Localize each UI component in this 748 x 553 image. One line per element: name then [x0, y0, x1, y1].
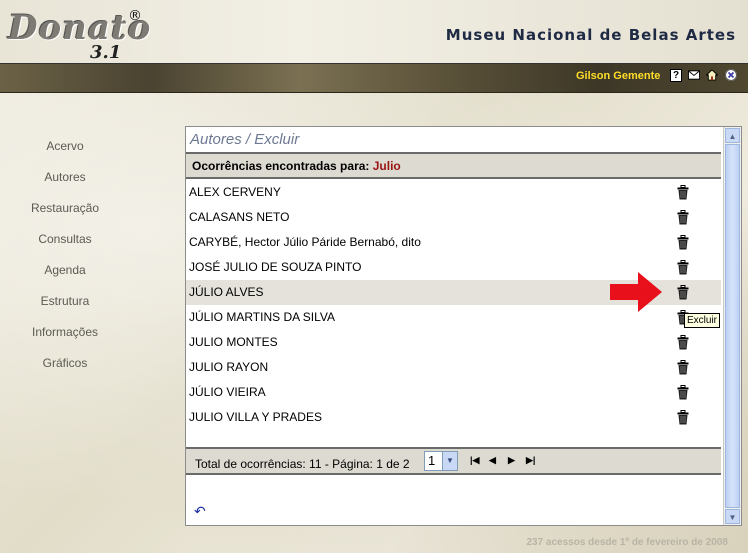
author-name: ALEX CERVENY [189, 185, 281, 199]
back-icon[interactable]: ↶ [194, 503, 206, 520]
trash-icon[interactable] [677, 360, 689, 375]
page-select-value: 1 [428, 453, 436, 468]
scroll-thumb[interactable] [725, 144, 740, 508]
home-icon[interactable] [706, 69, 718, 81]
help-icon[interactable]: ? [670, 69, 682, 82]
total-count: Total de ocorrências: 11 - Página: 1 de … [195, 457, 410, 471]
divider [186, 473, 721, 475]
trash-icon[interactable] [677, 235, 689, 250]
exit-icon[interactable] [725, 69, 737, 81]
trash-icon[interactable] [677, 410, 689, 425]
registered-mark: ® [128, 8, 142, 24]
red-arrow-annotation [610, 272, 662, 312]
vertical-scrollbar[interactable]: ▲ ▼ [723, 127, 741, 525]
access-counter: 237 acessos desde 1º de fevereiro de 200… [526, 537, 728, 548]
app-logo[interactable]: Donato 3.1 ® [8, 4, 150, 63]
list-item[interactable]: ALEX CERVENY [186, 180, 721, 205]
list-item[interactable]: JULIO RAYON [186, 355, 721, 380]
trash-icon[interactable] [677, 285, 689, 300]
logo-version: 3.1 [90, 42, 122, 63]
query-label: Ocorrências encontradas para: Julio [192, 159, 401, 173]
sidebar-item-consultas[interactable]: Consultas [10, 229, 120, 260]
mail-icon[interactable] [688, 69, 700, 81]
sidebar-item-acervo[interactable]: Acervo [10, 136, 120, 167]
last-page-icon[interactable]: ▶| [526, 455, 535, 466]
content-panel: Autores / Excluir Ocorrências encontrada… [185, 126, 742, 526]
scroll-down-icon[interactable]: ▼ [725, 509, 740, 524]
author-name: CALASANS NETO [189, 210, 290, 224]
query-label-text: Ocorrências encontradas para: [192, 159, 373, 173]
author-name: JULIO MONTES [189, 335, 278, 349]
list-item[interactable]: JULIO VILLA Y PRADES [186, 405, 721, 430]
pagination-bar: Total de ocorrências: 11 - Página: 1 de … [186, 449, 721, 473]
trash-icon[interactable] [677, 210, 689, 225]
author-name: JULIO RAYON [189, 360, 269, 374]
author-name: JÚLIO VIEIRA [189, 385, 266, 399]
trash-icon[interactable] [677, 260, 689, 275]
page-title: Autores / Excluir [190, 131, 300, 148]
page-select[interactable]: 1 ▼ [424, 451, 458, 471]
sidebar-item-informacoes[interactable]: Informações [10, 322, 120, 353]
list-item[interactable]: CALASANS NETO [186, 205, 721, 230]
author-name: JÚLIO ALVES [189, 285, 264, 299]
list-item[interactable]: JULIO MONTES [186, 330, 721, 355]
author-name: JOSÉ JULIO DE SOUZA PINTO [189, 260, 362, 274]
sidebar-item-graficos[interactable]: Gráficos [10, 353, 120, 384]
list-item[interactable]: JÚLIO VIEIRA [186, 380, 721, 405]
sidebar-item-agenda[interactable]: Agenda [10, 260, 120, 291]
header-band: Gilson Gemente ? [0, 63, 748, 93]
author-name: CARYBÉ, Hector Júlio Páride Bernabó, dit… [189, 235, 421, 249]
query-bar: Ocorrências encontradas para: Julio [186, 154, 721, 179]
prev-page-icon[interactable]: ◀ [489, 455, 496, 466]
trash-icon[interactable] [677, 385, 689, 400]
author-name: JÚLIO MARTINS DA SILVA [189, 310, 336, 324]
first-page-icon[interactable]: |◀ [470, 455, 479, 466]
chevron-down-icon[interactable]: ▼ [442, 452, 457, 470]
sidebar-item-estrutura[interactable]: Estrutura [10, 291, 120, 322]
next-page-icon[interactable]: ▶ [508, 455, 515, 466]
tooltip: Excluir [684, 313, 721, 328]
sidebar-item-autores[interactable]: Autores [10, 167, 120, 198]
sidebar-item-restauracao[interactable]: Restauração [10, 198, 120, 229]
author-name: JULIO VILLA Y PRADES [189, 410, 322, 424]
sidebar-nav: Acervo Autores Restauração Consultas Age… [10, 136, 120, 384]
trash-icon[interactable] [677, 185, 689, 200]
list-item[interactable]: CARYBÉ, Hector Júlio Páride Bernabó, dit… [186, 230, 721, 255]
scroll-up-icon[interactable]: ▲ [725, 128, 740, 143]
user-name[interactable]: Gilson Gemente [576, 70, 660, 82]
query-value: Julio [372, 159, 401, 173]
trash-icon[interactable] [677, 335, 689, 350]
header: Donato 3.1 ® Museu Nacional de Belas Art… [0, 0, 748, 64]
museum-title: Museu Nacional de Belas Artes [445, 26, 736, 44]
